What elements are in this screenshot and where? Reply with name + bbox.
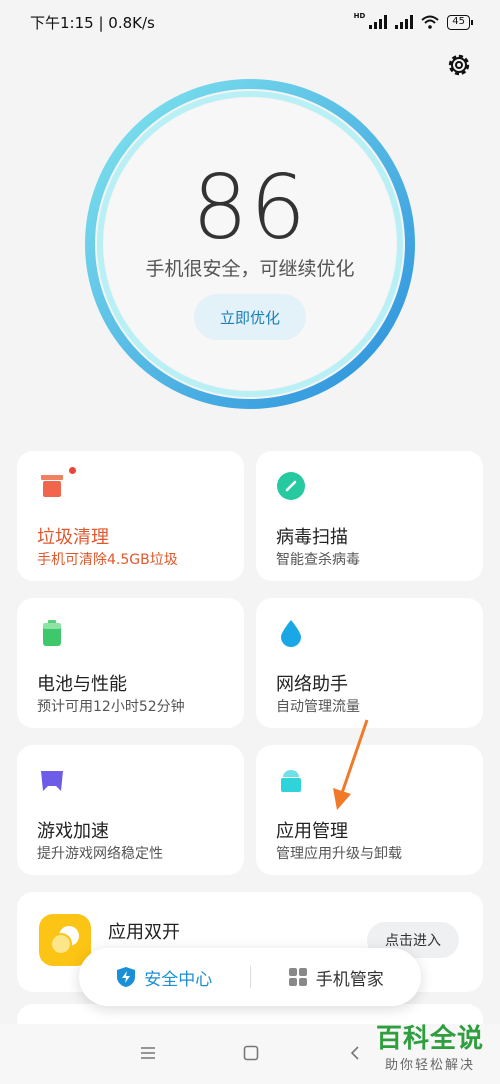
watermark-subtitle: 助你轻松解决 (384, 1057, 475, 1073)
watermark-logo: 百科全说 助你轻松解决 (376, 1025, 484, 1073)
status-icons: HD 45 (353, 12, 473, 30)
status-bar: 下午1:15 | 0.8K/s HD 45 (0, 0, 500, 44)
tab-label: 安全中心 (144, 969, 213, 990)
watermark-title: 百科全说 (375, 1024, 484, 1054)
card-subtitle: 自动管理流量 (276, 699, 360, 715)
wifi-icon (421, 15, 439, 29)
card-subtitle: 智能查杀病毒 (276, 552, 360, 568)
gear-icon (448, 54, 470, 76)
shield-bolt-icon (117, 967, 136, 987)
annotation-arrow-icon (333, 719, 369, 810)
card-title: 网络助手 (276, 674, 348, 695)
card-subtitle: 预计可用12小时52分钟 (37, 699, 185, 715)
back-nav-button[interactable] (344, 1042, 366, 1064)
notification-dot (69, 467, 76, 474)
battery-icon (43, 620, 61, 646)
back-chevron-icon (350, 1046, 359, 1060)
battery-icon: 45 (447, 14, 473, 30)
home-square-icon (243, 1045, 259, 1061)
hd-label: HD (353, 12, 366, 20)
score-value: 86 (192, 156, 308, 259)
android-icon (281, 770, 301, 792)
dual-apps-title: 应用双开 (108, 922, 180, 943)
card-subtitle: 手机可清除4.5GB垃圾 (37, 552, 178, 568)
menu-nav-button[interactable] (137, 1042, 159, 1064)
optimize-button[interactable]: 立即优化 (194, 294, 306, 340)
security-score-ring: 86 手机很安全，可继续优化 立即优化 (84, 78, 416, 410)
tab-security-center[interactable]: 安全中心 (79, 948, 250, 1006)
card-title: 病毒扫描 (276, 527, 348, 548)
signal-icon-2 (395, 15, 414, 29)
trash-bin-icon (41, 475, 63, 497)
card-title: 电池与性能 (37, 674, 127, 695)
bottom-tab-bar: 安全中心 手机管家 (79, 948, 421, 1006)
tab-label: 手机管家 (315, 969, 384, 990)
card-network-assistant[interactable]: 网络助手 自动管理流量 (256, 598, 483, 728)
tab-phone-manager[interactable]: 手机管家 (251, 948, 422, 1006)
card-battery-performance[interactable]: 电池与性能 预计可用12小时52分钟 (17, 598, 244, 728)
card-title: 应用管理 (276, 821, 348, 842)
card-game-boost[interactable]: 游戏加速 提升游戏网络稳定性 (17, 745, 244, 875)
status-time-speed: 下午1:15 | 0.8K/s (30, 13, 155, 32)
grid-apps-icon (288, 968, 307, 986)
home-nav-button[interactable] (240, 1042, 262, 1064)
card-title: 游戏加速 (37, 821, 109, 842)
card-junk-clean[interactable]: 垃圾清理 手机可清除4.5GB垃圾 (17, 451, 244, 581)
card-subtitle: 提升游戏网络稳定性 (37, 846, 163, 862)
card-virus-scan[interactable]: 病毒扫描 智能查杀病毒 (256, 451, 483, 581)
signal-icon (369, 15, 388, 29)
card-subtitle: 管理应用升级与卸载 (276, 846, 402, 862)
menu-icon (141, 1047, 155, 1059)
settings-button[interactable] (444, 50, 474, 80)
water-drop-icon (281, 620, 301, 647)
card-title: 垃圾清理 (37, 527, 109, 548)
score-message: 手机很安全，可继续优化 (145, 258, 355, 280)
gamepad-icon (41, 771, 63, 791)
virus-scan-icon (277, 472, 305, 500)
